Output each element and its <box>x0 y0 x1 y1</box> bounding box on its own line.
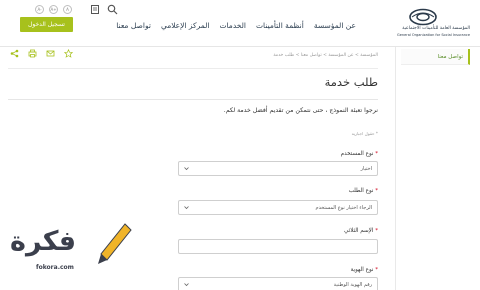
request-type-value: الرجاء اختيار نوع المستخدم <box>315 204 372 211</box>
nav-item-services[interactable]: الخدمات <box>219 21 246 30</box>
id-type-value: رقم الهوية الوطنية <box>333 281 372 288</box>
required-note: * حقول اجبارية <box>351 131 378 136</box>
font-increase-button[interactable]: A+ <box>49 5 58 14</box>
logo[interactable]: المؤسسة العامة للتأمينات الاجتماعية Gene… <box>376 6 472 40</box>
user-type-value: اختيار <box>360 165 372 172</box>
share-icon[interactable] <box>10 49 19 58</box>
print-icon[interactable] <box>28 49 37 58</box>
divider <box>8 68 378 69</box>
site-header: المؤسسة العامة للتأمينات الاجتماعية Gene… <box>0 0 480 47</box>
id-type-label: * نوع الهوية <box>350 267 378 273</box>
font-reset-button[interactable]: A <box>63 5 72 14</box>
pencil-icon <box>98 223 132 264</box>
search-icon[interactable] <box>107 4 118 15</box>
nav-item-contact[interactable]: تواصل معنا <box>116 21 151 30</box>
logo-text-en: General Organization for Social Insuranc… <box>397 33 470 37</box>
id-type-select[interactable]: رقم الهوية الوطنية <box>178 277 378 290</box>
watermark-url: fokora.com <box>36 264 74 271</box>
full-name-input[interactable] <box>178 239 378 254</box>
request-type-label: * نوع الطلب <box>348 188 378 194</box>
nav-item-about[interactable]: عن المؤسسة <box>314 21 356 30</box>
user-type-select[interactable]: اختيار <box>178 161 378 176</box>
watermark: فكرة fokora.com <box>0 218 140 290</box>
page-title: طلب خدمة <box>324 75 378 89</box>
divider <box>8 99 378 100</box>
email-icon[interactable] <box>46 49 55 58</box>
watermark-text: فكرة <box>10 226 77 257</box>
login-button[interactable]: تسجيل الدخول <box>20 17 73 32</box>
full-name-label: * الإسم الثلاثي <box>343 228 378 234</box>
user-type-label: * نوع المستخدم <box>340 151 378 157</box>
logo-text-ar: المؤسسة العامة للتأمينات الاجتماعية <box>402 26 470 31</box>
chevron-down-icon <box>184 206 189 210</box>
chevron-down-icon <box>184 283 189 287</box>
intro-text: نرجوا تعبئة النموذج ، حتى نتمكن من تقديم… <box>223 107 378 114</box>
font-decrease-button[interactable]: A- <box>35 5 44 14</box>
sidebar-divider <box>395 47 396 290</box>
main-nav: عن المؤسسة أنظمة التأمينات الخدمات المرك… <box>116 21 356 30</box>
breadcrumb[interactable]: المؤسسة > عن المؤسسة > تواصل معنا > طلب … <box>273 53 378 58</box>
nav-item-insurance-systems[interactable]: أنظمة التأمينات <box>256 21 304 30</box>
sidebar-item-contact[interactable]: تواصل معنا <box>401 49 470 65</box>
favorite-star-icon[interactable] <box>64 49 73 58</box>
accessibility-controls: A- A+ A <box>35 5 72 14</box>
header-tools <box>90 4 118 15</box>
nav-item-media-center[interactable]: المركز الإعلامي <box>161 21 210 30</box>
sitemap-icon[interactable] <box>90 4 101 15</box>
sidebar: تواصل معنا <box>401 49 470 65</box>
request-type-select[interactable]: الرجاء اختيار نوع المستخدم <box>178 200 378 215</box>
chevron-down-icon <box>184 167 189 171</box>
share-tools <box>10 49 73 58</box>
logo-mark-icon <box>409 8 437 26</box>
